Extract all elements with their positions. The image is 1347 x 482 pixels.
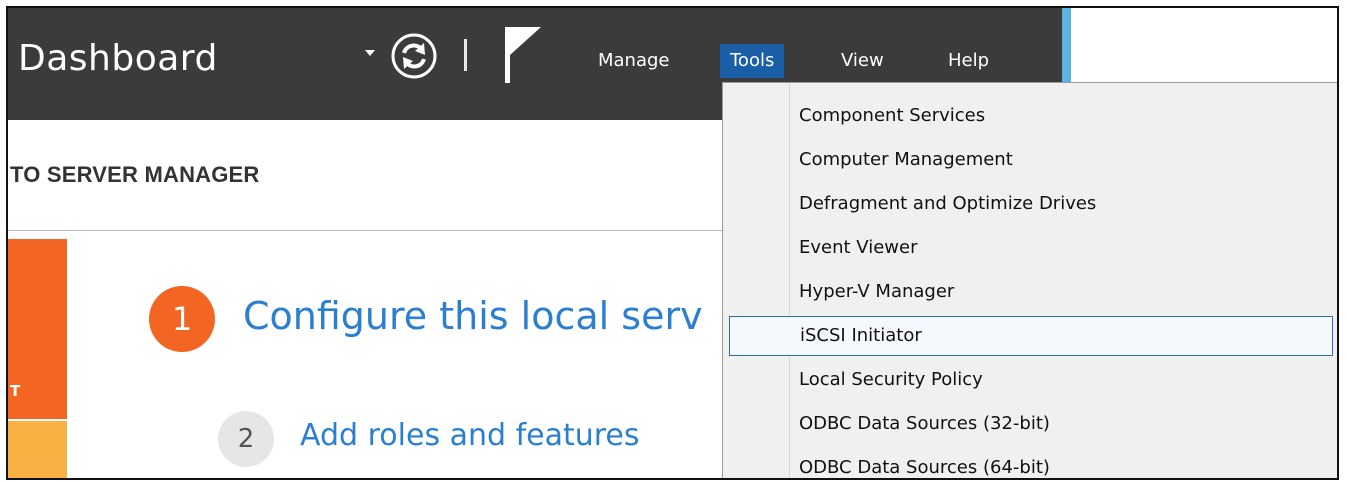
page-title: Dashboard (18, 38, 218, 79)
quick-start-tile-label: T (10, 382, 21, 400)
menu-help[interactable]: Help (938, 44, 999, 78)
menu-item-computer-management[interactable]: Computer Management (729, 141, 1333, 181)
add-roles-features-link[interactable]: Add roles and features (300, 418, 640, 453)
header-accent-strip (1062, 8, 1071, 84)
welcome-heading: TO SERVER MANAGER (10, 162, 260, 187)
menu-item-local-security-policy[interactable]: Local Security Policy (729, 361, 1333, 401)
menu-tools[interactable]: Tools (720, 44, 785, 78)
server-manager-window: Dashboard Manage Tools View Help TO SERV… (6, 6, 1339, 480)
menu-view[interactable]: View (831, 44, 894, 78)
menu-item-hyper-v-manager[interactable]: Hyper-V Manager (729, 273, 1333, 313)
menu-item-defragment-drives[interactable]: Defragment and Optimize Drives (729, 185, 1333, 225)
tools-dropdown-menu: Component Services Computer Management D… (722, 82, 1337, 478)
step-2-badge: 2 (218, 411, 274, 467)
dropdown-arrow-icon[interactable] (365, 50, 375, 56)
menu-item-event-viewer[interactable]: Event Viewer (729, 229, 1333, 269)
configure-local-server-link[interactable]: Configure this local serv (243, 294, 703, 338)
refresh-icon[interactable] (389, 31, 439, 85)
whats-new-tile[interactable] (8, 421, 67, 478)
toolbar-separator (464, 39, 467, 71)
step-1-badge: 1 (149, 286, 215, 352)
flag-icon[interactable] (501, 25, 541, 89)
menu-item-odbc-64[interactable]: ODBC Data Sources (64-bit) (729, 449, 1333, 478)
menu-item-odbc-32[interactable]: ODBC Data Sources (32-bit) (729, 405, 1333, 445)
menu-manage[interactable]: Manage (588, 44, 680, 78)
menu-item-iscsi-initiator[interactable]: iSCSI Initiator (729, 316, 1333, 356)
menu-item-component-services[interactable]: Component Services (729, 97, 1333, 137)
